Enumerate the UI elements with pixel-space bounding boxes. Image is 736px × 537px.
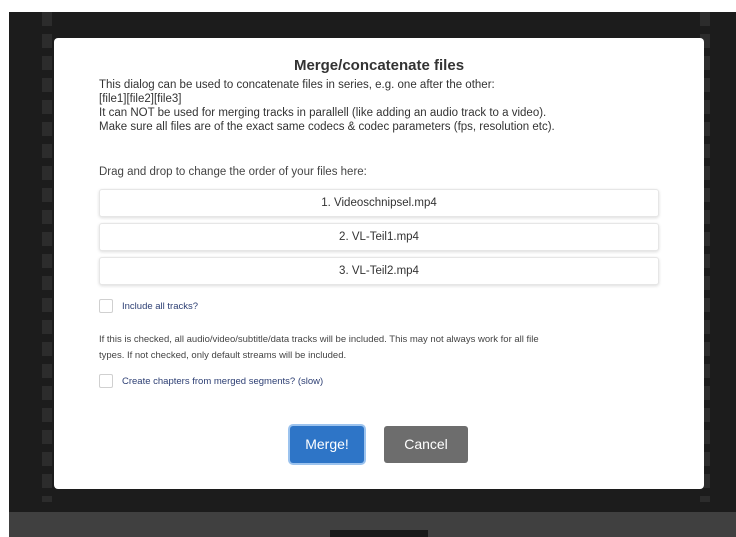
- merge-button[interactable]: Merge!: [290, 426, 364, 463]
- create-chapters-label[interactable]: Create chapters from merged segments? (s…: [122, 376, 323, 387]
- include-tracks-info: If this is checked, all audio/video/subt…: [99, 332, 669, 364]
- create-chapters-checkbox[interactable]: [99, 374, 113, 388]
- include-tracks-label[interactable]: Include all tracks?: [122, 301, 198, 312]
- file-list-item[interactable]: 1. Videoschnipsel.mp4: [99, 189, 659, 217]
- merge-dialog: Merge/concatenate files This dialog can …: [54, 38, 704, 489]
- info-line: If this is checked, all audio/video/subt…: [99, 334, 539, 345]
- description-line: [file1][file2][file3]: [99, 93, 182, 105]
- dialog-title: Merge/concatenate files: [293, 57, 465, 74]
- file-list-item[interactable]: 3. VL-Teil2.mp4: [99, 257, 659, 285]
- create-chapters-option[interactable]: Create chapters from merged segments? (s…: [99, 374, 323, 388]
- include-tracks-checkbox[interactable]: [99, 299, 113, 313]
- drag-order-label: Drag and drop to change the order of you…: [99, 166, 367, 178]
- bottom-bar-notch: [330, 530, 428, 537]
- backdrop-strip-left: [42, 12, 52, 502]
- description-line: It can NOT be used for merging tracks in…: [99, 107, 547, 119]
- include-tracks-option[interactable]: Include all tracks?: [99, 299, 198, 313]
- description-line: This dialog can be used to concatenate f…: [99, 79, 495, 91]
- file-list-item[interactable]: 2. VL-Teil1.mp4: [99, 223, 659, 251]
- cancel-button[interactable]: Cancel: [384, 426, 468, 463]
- file-order-list: 1. Videoschnipsel.mp4 2. VL-Teil1.mp4 3.…: [99, 189, 659, 291]
- description-line: Make sure all files are of the exact sam…: [99, 121, 555, 133]
- info-line: types. If not checked, only default stre…: [99, 350, 347, 361]
- dialog-description: This dialog can be used to concatenate f…: [99, 78, 669, 134]
